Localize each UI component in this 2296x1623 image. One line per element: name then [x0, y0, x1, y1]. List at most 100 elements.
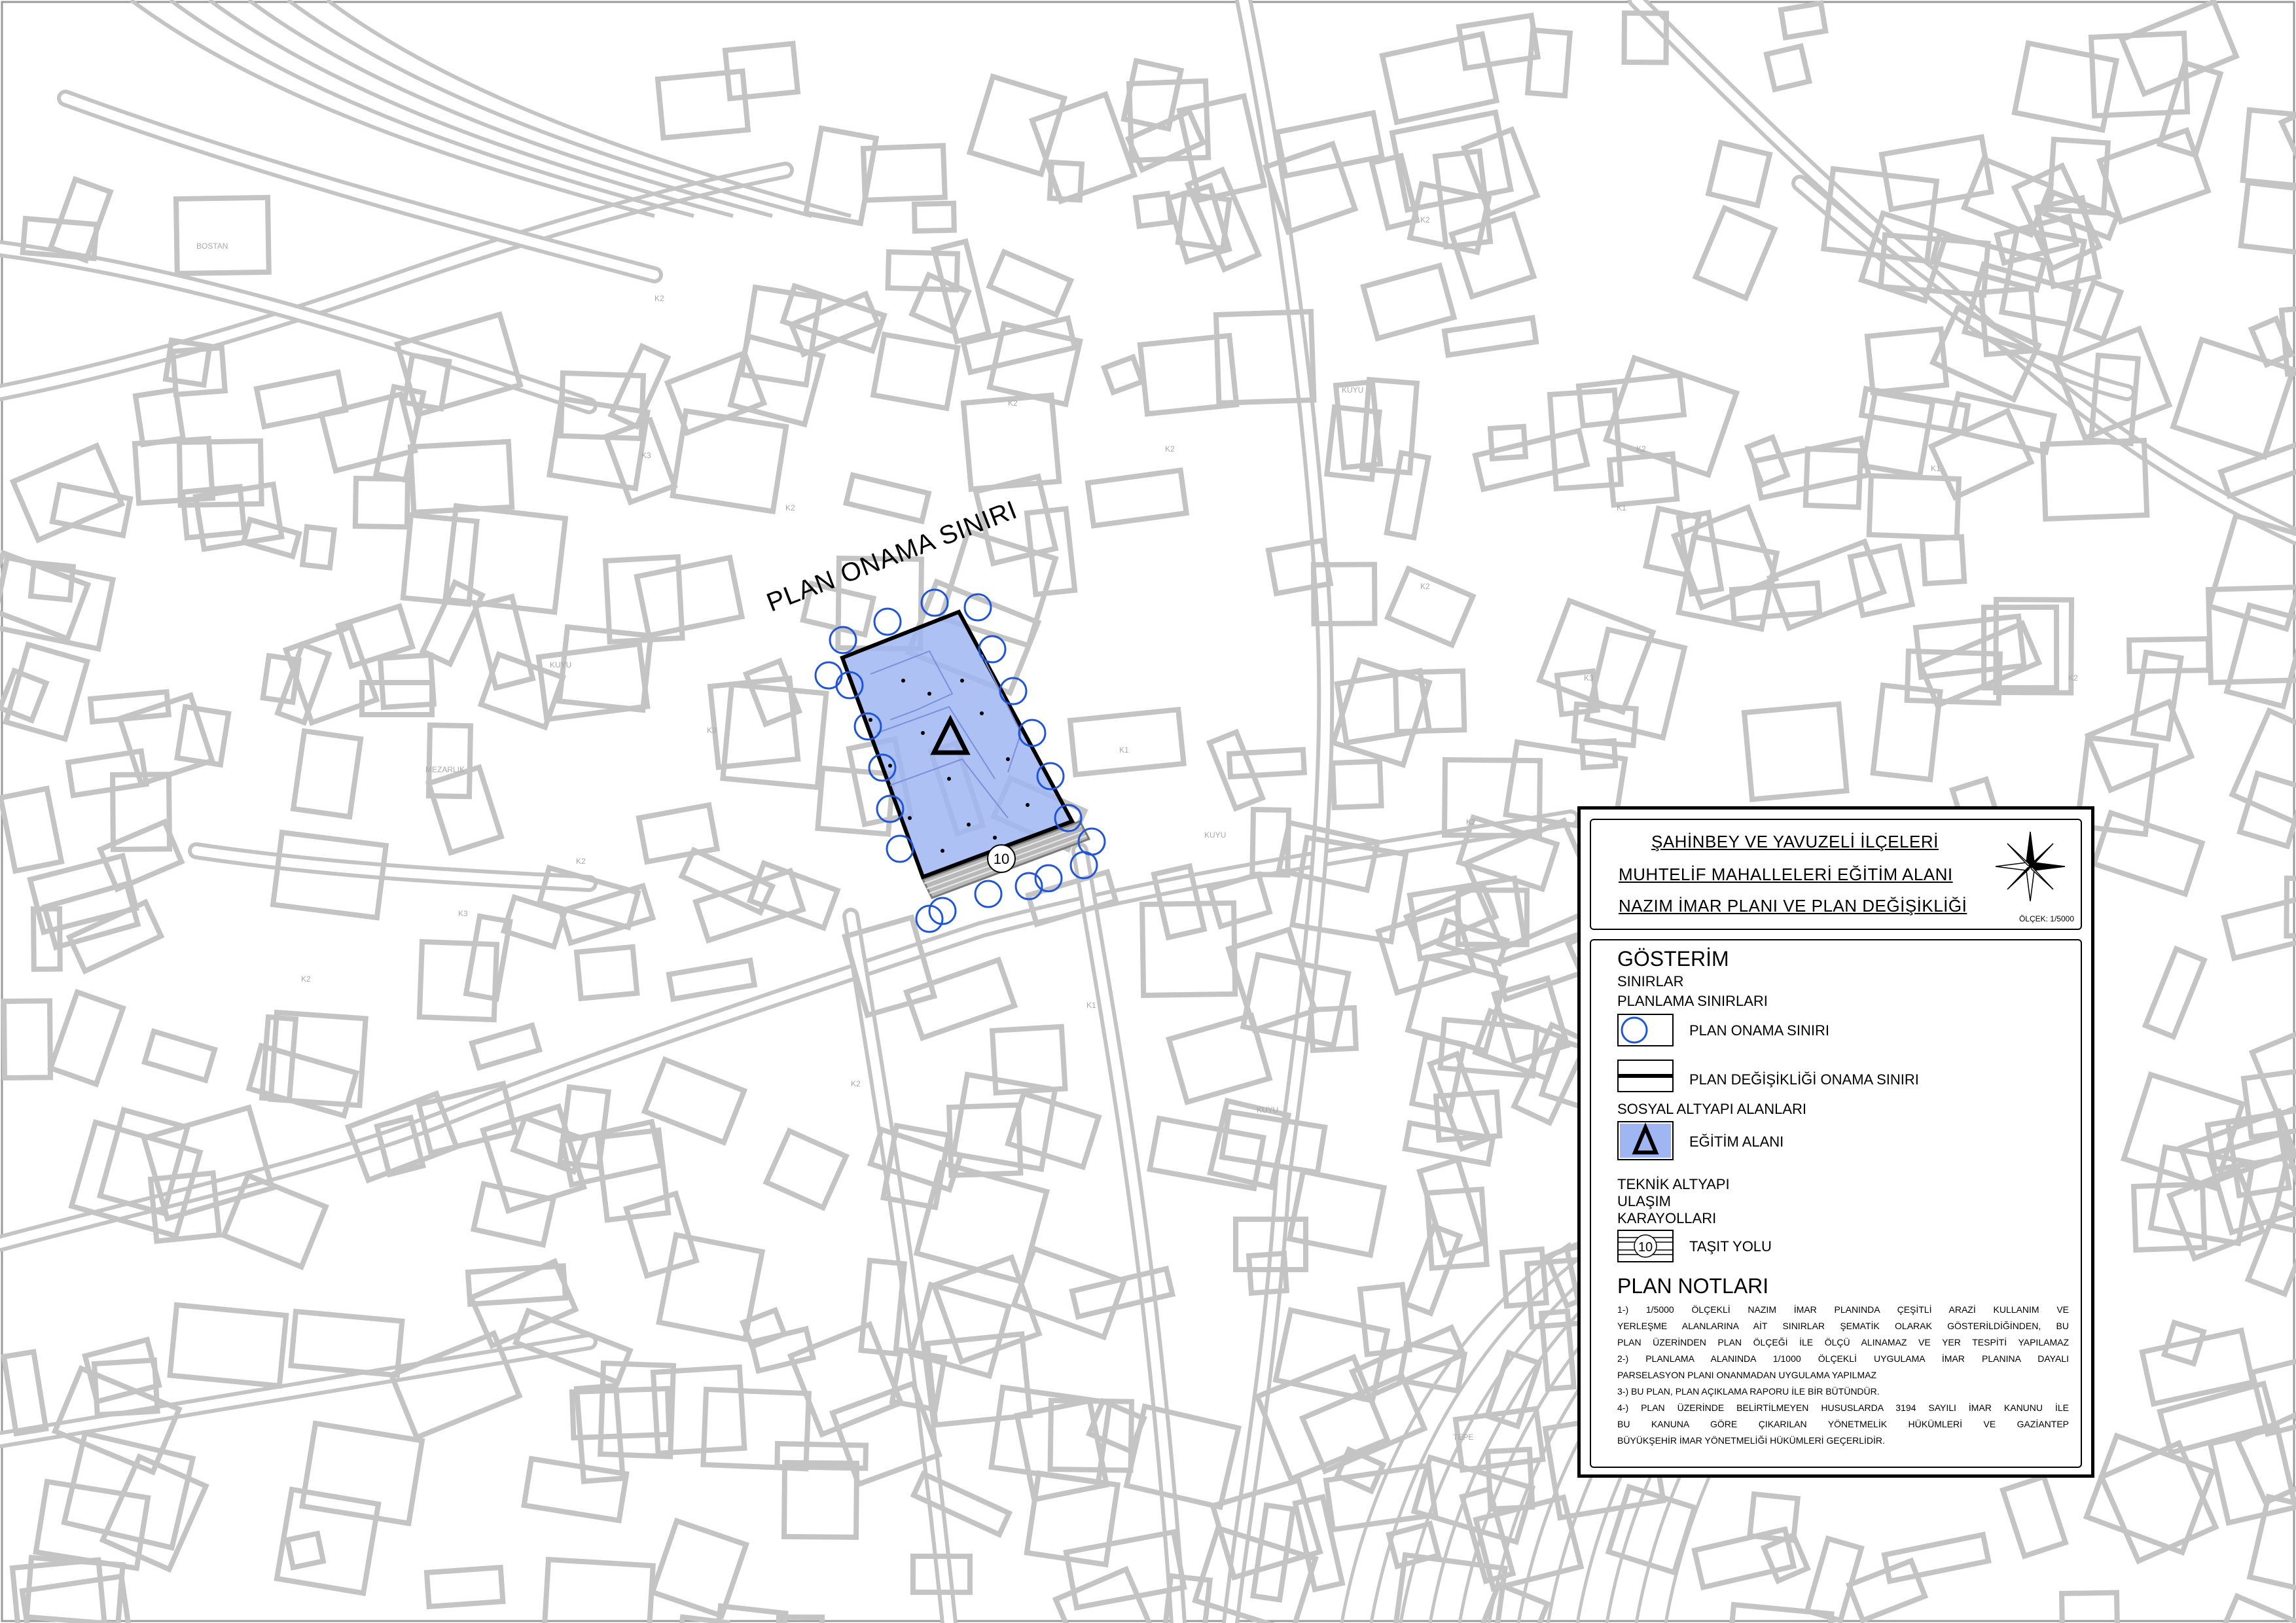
parcel-outline: [1575, 372, 1687, 429]
parcel-outline: [1359, 376, 1420, 476]
legend-symbol-egitim: [1617, 1121, 1674, 1160]
onama-circle: [873, 607, 902, 636]
parcel-outline: [781, 1459, 860, 1540]
parcel-outline: [419, 579, 486, 668]
parcel-outline: [1, 1349, 49, 1437]
map-label: K2: [2068, 673, 2078, 683]
note-line-4: 2-) PLANLAMA ALANINDA 1/1000 ÖLÇEKLİ UYG…: [1617, 1353, 2069, 1364]
parcel-outline: [1147, 1115, 1266, 1192]
parcel-outline: [3, 641, 91, 743]
parcel-outline: [1329, 758, 1384, 811]
parcel-outline: [425, 764, 505, 856]
parcel-outline: [762, 1127, 850, 1211]
parcel-outline: [141, 1028, 218, 1084]
parcel-outline: [541, 1556, 656, 1623]
parcel-outline: [465, 1263, 569, 1308]
parcel-outline: [61, 1430, 196, 1551]
onama-circle: [886, 834, 914, 863]
parcel-outline: [141, 1104, 276, 1222]
parcel-outline: [284, 1530, 327, 1571]
parcel-outline: [425, 722, 474, 800]
map-label: KUYU: [550, 660, 571, 669]
parcel-outline: [423, 1564, 506, 1610]
parcel-outline: [290, 728, 364, 820]
road-badge-icon: 10: [1619, 1234, 1672, 1258]
parcel-outline: [167, 1302, 289, 1389]
road-line: [1071, 842, 1187, 1623]
map-label: K2: [1420, 582, 1430, 591]
north-arrow-icon: [1995, 831, 2066, 902]
parcel-outline: [720, 681, 829, 791]
road-line-inner: [1632, 0, 2296, 541]
parcel-outline: [1379, 31, 1500, 126]
parcel-outline: [2142, 945, 2208, 1041]
parcel-outline: [1384, 450, 1431, 541]
note-line-1: 1-) 1/5000 ÖLÇEKLİ NAZIM İMAR PLANINDA Ç…: [1617, 1304, 2069, 1315]
parcel-outline: [1, 998, 54, 1081]
parcel-outline: [2205, 584, 2296, 686]
parcel-outline: [132, 387, 187, 448]
legend-title: GÖSTERİM: [1617, 947, 1729, 971]
map-label: BOSTAN: [196, 241, 228, 251]
parcel-outline: [1219, 1109, 1328, 1176]
parcel-outline: [1206, 728, 1266, 812]
map-label: K2: [1636, 444, 1646, 454]
note-line-3: PLAN ÜZERİNDEN PLAN ÖLÇEĞİ İLE ÖLÇÜ ALIN…: [1617, 1337, 2069, 1347]
legend-box: GÖSTERİM SINIRLAR PLANLAMA SINIRLARI PLA…: [1590, 939, 2082, 1468]
parcel-outline: [858, 1257, 908, 1357]
parcel-outline: [318, 391, 418, 474]
legend-planlama-sinirlari: PLANLAMA SINIRLARI: [1617, 993, 1768, 1009]
legend-sinirlar: SINIRLAR: [1617, 973, 1684, 990]
parcel-outline: [666, 957, 758, 1003]
legend-sosyal-altyapi: SOSYAL ALTYAPI ALANLARI: [1617, 1101, 1806, 1117]
onama-circle: [814, 661, 843, 690]
parcel-outline: [2072, 278, 2125, 343]
legend-karayollari: KARAYOLLARI: [1617, 1210, 1717, 1226]
parcel-outline: [1384, 565, 1477, 649]
parcel-outline: [1741, 701, 1850, 802]
map-label: K2: [785, 503, 795, 512]
title-block: ŞAHİNBEY VE YAVUZELİ İLÇELERİ MUHTELİF M…: [1577, 806, 2094, 1478]
parcel-outline: [787, 290, 882, 358]
parcel-outline: [352, 475, 411, 530]
parcel-outline: [470, 1181, 557, 1248]
parcel-outline: [1405, 954, 1509, 1054]
parcel-outline: [1226, 747, 1308, 780]
parcel-outline: [416, 938, 500, 1023]
map-label: K3: [458, 909, 468, 918]
parcel-outline: [842, 472, 932, 525]
parcel-outline: [1859, 389, 1936, 479]
legend-symbol-onama: [1617, 1014, 1674, 1046]
parcel-outline: [0, 785, 65, 874]
parcel-outline: [1085, 467, 1190, 529]
parcel-outline: [1919, 533, 1967, 587]
parcel-outline: [746, 859, 841, 931]
legend-ulasim: ULAŞIM: [1617, 1193, 1671, 1209]
parcel-outline: [634, 554, 745, 639]
legend-egitim-alani: EĞİTİM ALANI: [1689, 1133, 1784, 1150]
parcel-outline: [1011, 1245, 1128, 1341]
parcel-outline: [2219, 1592, 2296, 1623]
parcel-outline: [913, 1160, 1050, 1285]
note-line-5: PARSELASYON PLANI ONANMADAN UYGULAMA YAP…: [1617, 1370, 1876, 1380]
legend-tasit-yolu: TAŞIT YOLU: [1689, 1238, 1772, 1255]
map-label: MEZARLIK: [425, 765, 465, 774]
parcel-outline: [176, 438, 264, 508]
parcel-outline: [607, 342, 672, 430]
map-label: K2: [301, 974, 311, 984]
parcel-outline: [1692, 204, 1778, 302]
parcel-outline: [1139, 900, 1238, 999]
parcel-outline: [2170, 336, 2296, 460]
parcel-outline: [400, 512, 480, 607]
parcel-outline: [1441, 315, 1539, 359]
map-label: K1: [1086, 1001, 1096, 1010]
parcel-outline: [1132, 190, 1174, 230]
note-line-7: 4-) PLAN ÜZERİNDE BELİRTİLMEYEN HUSUSLAR…: [1617, 1402, 2069, 1413]
parcel-outline: [1100, 353, 1146, 396]
map-label: K3: [707, 726, 717, 735]
parcel-outline: [870, 331, 961, 412]
parcel-outline: [623, 1190, 700, 1279]
parcel-outline: [1448, 211, 1537, 300]
parcel-outline: [700, 1386, 812, 1472]
map-label: KUYU: [1257, 1105, 1278, 1115]
